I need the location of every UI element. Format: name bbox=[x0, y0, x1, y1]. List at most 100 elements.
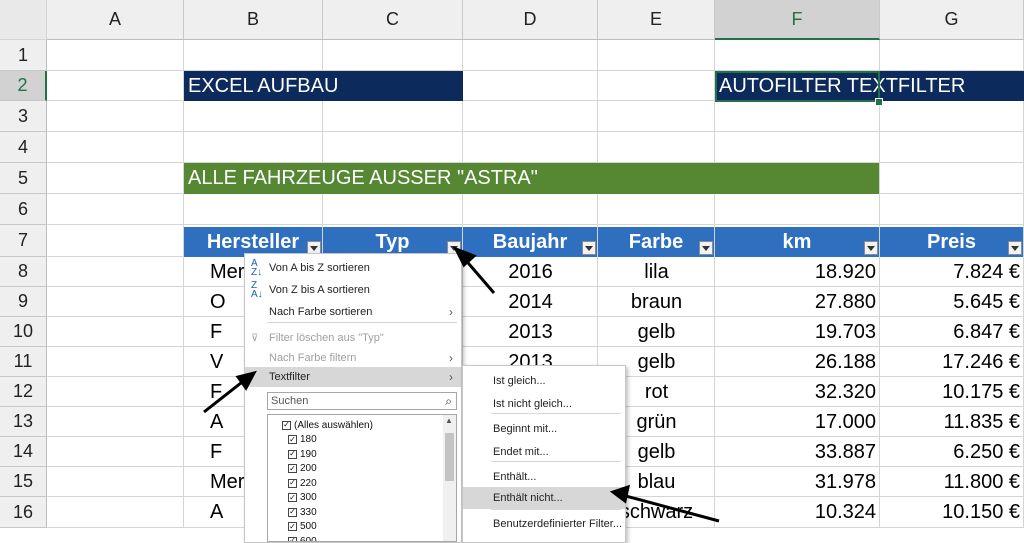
grid-cell[interactable] bbox=[47, 377, 184, 407]
selected-cell-f2[interactable] bbox=[715, 71, 880, 102]
row-header-1[interactable]: 1 bbox=[0, 40, 47, 71]
grid-cell[interactable] bbox=[598, 40, 715, 71]
grid-cell[interactable] bbox=[323, 132, 463, 163]
grid-cell[interactable] bbox=[323, 101, 463, 132]
checkbox-checked-icon[interactable]: ✓ bbox=[288, 536, 297, 541]
filter-value-item[interactable]: ✓ 500 bbox=[288, 520, 317, 534]
grid-cell[interactable] bbox=[47, 194, 184, 225]
row-header-6[interactable]: 6 bbox=[0, 194, 47, 225]
column-header-b[interactable]: B bbox=[184, 0, 323, 40]
filter-dropdown-baujahr[interactable] bbox=[582, 241, 596, 255]
fill-handle[interactable] bbox=[875, 98, 883, 106]
checkbox-checked-icon[interactable]: ✓ bbox=[288, 435, 297, 444]
checkbox-checked-icon[interactable]: ✓ bbox=[282, 420, 291, 430]
filter-dropdown-preis[interactable] bbox=[1008, 241, 1022, 255]
grid-cell[interactable] bbox=[47, 132, 184, 163]
filter-value-item[interactable]: ✓ (Alles auswählen) bbox=[282, 418, 373, 432]
row-header-3[interactable]: 3 bbox=[0, 101, 47, 132]
grid-cell[interactable] bbox=[463, 71, 598, 101]
grid-cell[interactable] bbox=[47, 287, 184, 317]
filter-dropdown-farbe[interactable] bbox=[699, 241, 713, 255]
row-header-13[interactable]: 13 bbox=[0, 407, 47, 437]
grid-cell[interactable] bbox=[47, 317, 184, 347]
grid-cell[interactable] bbox=[323, 194, 463, 225]
row-header-5[interactable]: 5 bbox=[0, 163, 47, 194]
row-header-10[interactable]: 10 bbox=[0, 317, 47, 347]
filter-dropdown-km[interactable] bbox=[864, 241, 878, 255]
grid-cell[interactable] bbox=[598, 132, 715, 163]
grid-cell[interactable] bbox=[463, 40, 598, 71]
column-header-e[interactable]: E bbox=[598, 0, 715, 40]
submenu-item-enthält-nicht[interactable]: Enthält nicht... bbox=[463, 487, 625, 509]
menu-item-nach-farbe-sortieren[interactable]: Nach Farbe sortieren › bbox=[245, 302, 461, 322]
menu-item-von-z-bis-a-sortieren[interactable]: Z A↓ Von Z bis A sortieren bbox=[245, 280, 461, 300]
checkbox-checked-icon[interactable]: ✓ bbox=[288, 493, 297, 502]
submenu-item-beginnt-mit[interactable]: Beginnt mit... bbox=[463, 418, 625, 440]
grid-cell[interactable] bbox=[47, 40, 184, 71]
grid-cell[interactable] bbox=[184, 194, 323, 225]
column-header-a[interactable]: A bbox=[47, 0, 184, 40]
row-header-8[interactable]: 8 bbox=[0, 257, 47, 287]
grid-cell[interactable] bbox=[715, 194, 880, 225]
grid-cell[interactable] bbox=[463, 132, 598, 163]
checkbox-checked-icon[interactable]: ✓ bbox=[288, 507, 297, 517]
grid-cell[interactable] bbox=[47, 467, 184, 497]
grid-cell[interactable] bbox=[47, 437, 184, 467]
checkbox-checked-icon[interactable]: ✓ bbox=[288, 449, 297, 459]
row-header-11[interactable]: 11 bbox=[0, 347, 47, 377]
scroll-up-icon[interactable]: ▲ bbox=[445, 416, 453, 425]
search-input[interactable]: Suchen ⌕ bbox=[267, 392, 457, 410]
filter-value-item[interactable]: ✓ 330 bbox=[288, 505, 317, 519]
grid-cell[interactable] bbox=[880, 132, 1024, 163]
grid-cell[interactable] bbox=[184, 132, 323, 163]
grid-cell[interactable] bbox=[598, 101, 715, 132]
grid-cell[interactable] bbox=[47, 347, 184, 377]
column-header-c[interactable]: C bbox=[323, 0, 463, 40]
select-all-corner[interactable] bbox=[0, 0, 47, 40]
row-header-16[interactable]: 16 bbox=[0, 497, 47, 528]
list-scrollbar-thumb[interactable] bbox=[445, 433, 454, 481]
row-header-9[interactable]: 9 bbox=[0, 287, 47, 317]
grid-cell[interactable] bbox=[47, 407, 184, 437]
grid-cell[interactable] bbox=[715, 101, 880, 132]
filter-value-item[interactable]: ✓ 190 bbox=[288, 447, 317, 461]
row-header-14[interactable]: 14 bbox=[0, 437, 47, 467]
value-list[interactable]: ✓ (Alles auswählen) ✓ 180 ✓ 190 ✓ 200 ✓ 220 ✓ 300 ✓ 3… bbox=[267, 414, 457, 542]
row-header-7[interactable]: 7 bbox=[0, 225, 47, 257]
submenu-item-ist-nicht-gleich[interactable]: Ist nicht gleich... bbox=[463, 393, 625, 415]
filter-value-item[interactable]: ✓ 200 bbox=[288, 462, 317, 476]
row-header-2[interactable]: 2 bbox=[0, 71, 47, 101]
checkbox-checked-icon[interactable]: ✓ bbox=[288, 464, 297, 473]
list-scrollbar[interactable]: ▲ bbox=[443, 415, 456, 541]
grid-cell[interactable] bbox=[184, 40, 323, 71]
row-header-12[interactable]: 12 bbox=[0, 377, 47, 407]
filter-value-item[interactable]: ✓ 180 bbox=[288, 433, 317, 447]
grid-cell[interactable] bbox=[598, 71, 715, 101]
grid-cell[interactable] bbox=[47, 257, 184, 287]
grid-cell[interactable] bbox=[463, 194, 598, 225]
menu-item-von-a-bis-z-sortieren[interactable]: A Z↓ Von A bis Z sortieren bbox=[245, 258, 461, 278]
submenu-item-endet-mit[interactable]: Endet mit... bbox=[463, 441, 625, 463]
grid-cell[interactable] bbox=[715, 40, 880, 71]
checkbox-checked-icon[interactable]: ✓ bbox=[288, 522, 297, 531]
grid-cell[interactable] bbox=[47, 225, 184, 257]
filter-value-item[interactable]: ✓ 300 bbox=[288, 491, 317, 505]
grid-cell[interactable] bbox=[880, 101, 1024, 132]
grid-cell[interactable] bbox=[47, 163, 184, 194]
grid-cell[interactable] bbox=[715, 132, 880, 163]
row-header-15[interactable]: 15 bbox=[0, 467, 47, 497]
submenu-item-enthält[interactable]: Enthält... bbox=[463, 466, 625, 488]
grid-cell[interactable] bbox=[880, 194, 1024, 225]
grid-cell[interactable] bbox=[47, 497, 184, 528]
grid-cell[interactable] bbox=[47, 71, 184, 101]
menu-item-nach-farbe-filtern[interactable]: Nach Farbe filtern › bbox=[245, 348, 461, 368]
column-header-f[interactable]: F bbox=[715, 0, 880, 40]
grid-cell[interactable] bbox=[323, 40, 463, 71]
menu-item-textfilter[interactable]: Textfilter › bbox=[245, 367, 461, 387]
filter-value-item[interactable]: ✓ 220 bbox=[288, 476, 317, 490]
checkbox-checked-icon[interactable]: ✓ bbox=[288, 478, 297, 488]
grid-cell[interactable] bbox=[880, 163, 1024, 194]
grid-cell[interactable] bbox=[463, 101, 598, 132]
submenu-item-ist-gleich[interactable]: Ist gleich... bbox=[463, 370, 625, 392]
submenu-item-benutzerdefinierter-filter[interactable]: Benutzerdefinierter Filter... bbox=[463, 513, 625, 535]
